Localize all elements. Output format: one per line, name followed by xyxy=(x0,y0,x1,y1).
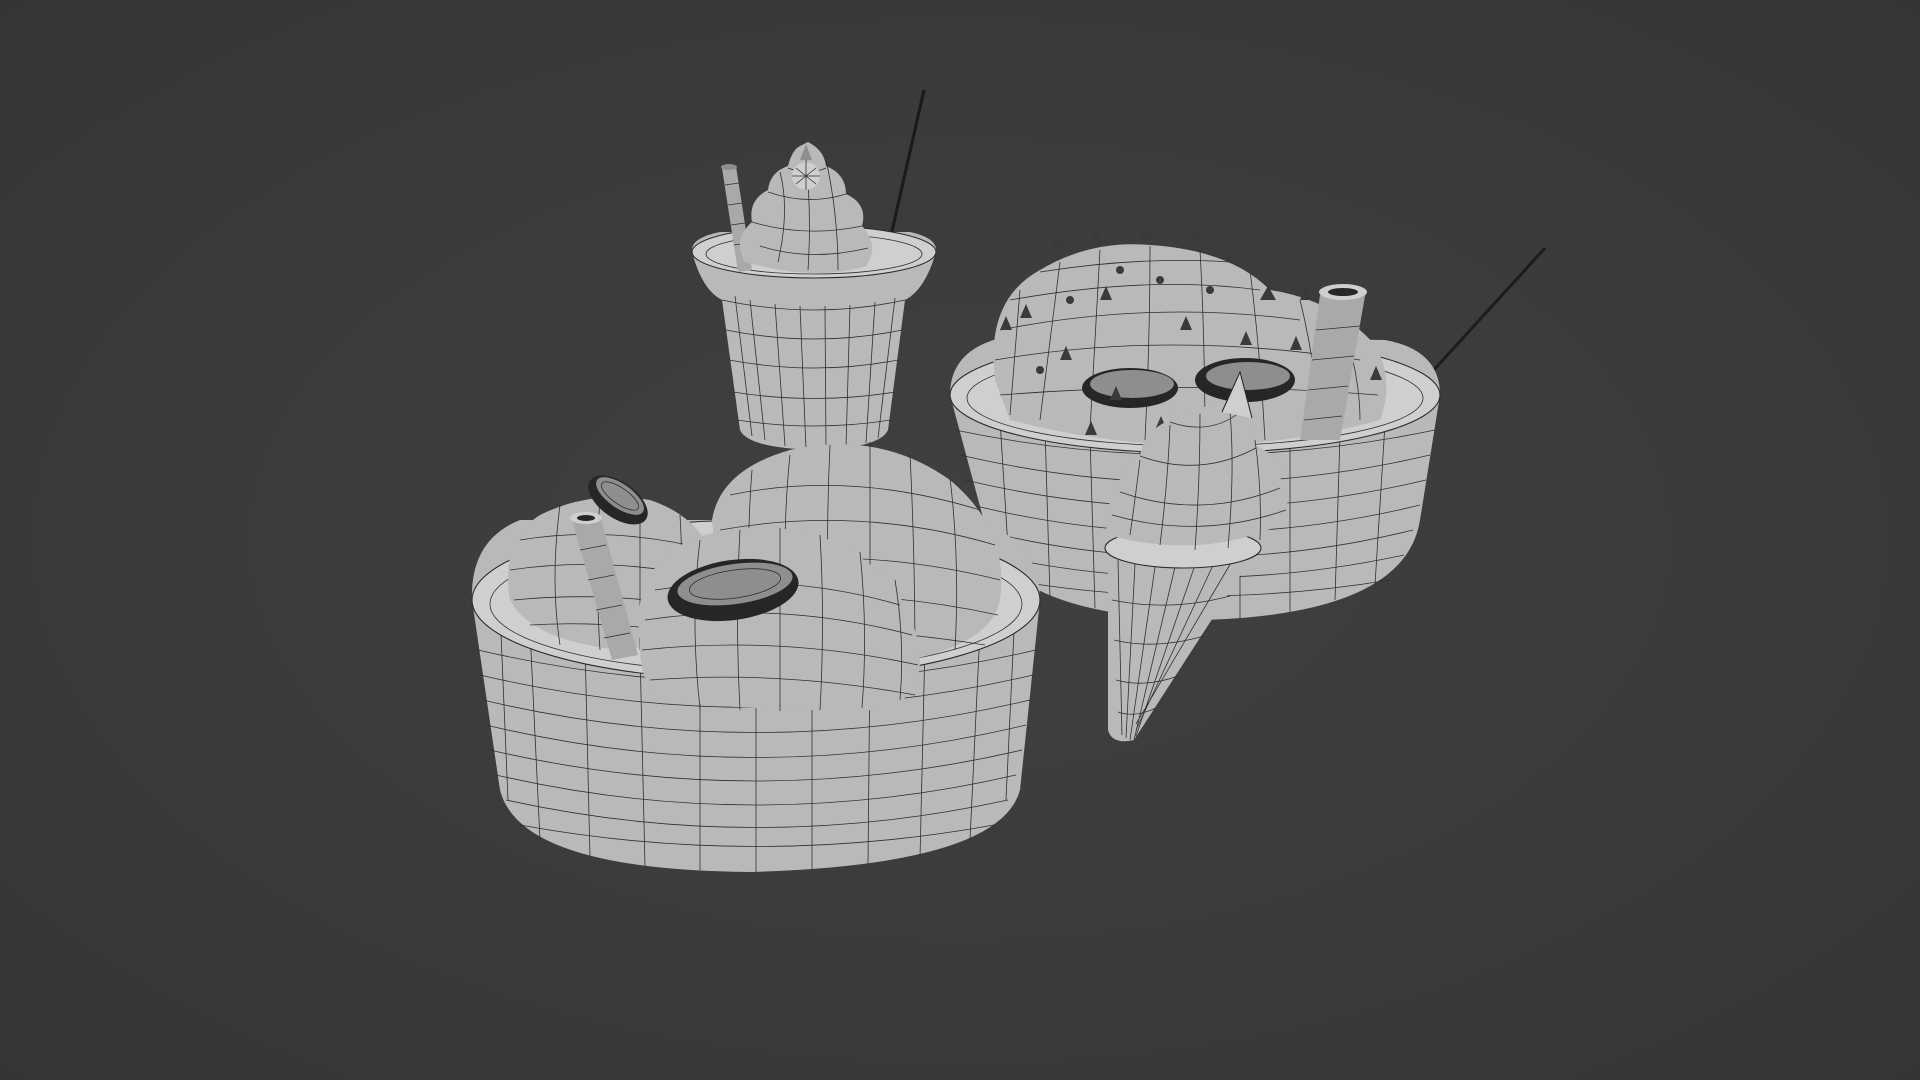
scene-canvas[interactable] xyxy=(0,0,1920,1080)
glass-stick xyxy=(888,89,926,241)
3d-viewport[interactable] xyxy=(0,0,1920,1080)
bowl-front[interactable] xyxy=(471,442,1041,872)
glass-sundae[interactable] xyxy=(691,89,937,450)
